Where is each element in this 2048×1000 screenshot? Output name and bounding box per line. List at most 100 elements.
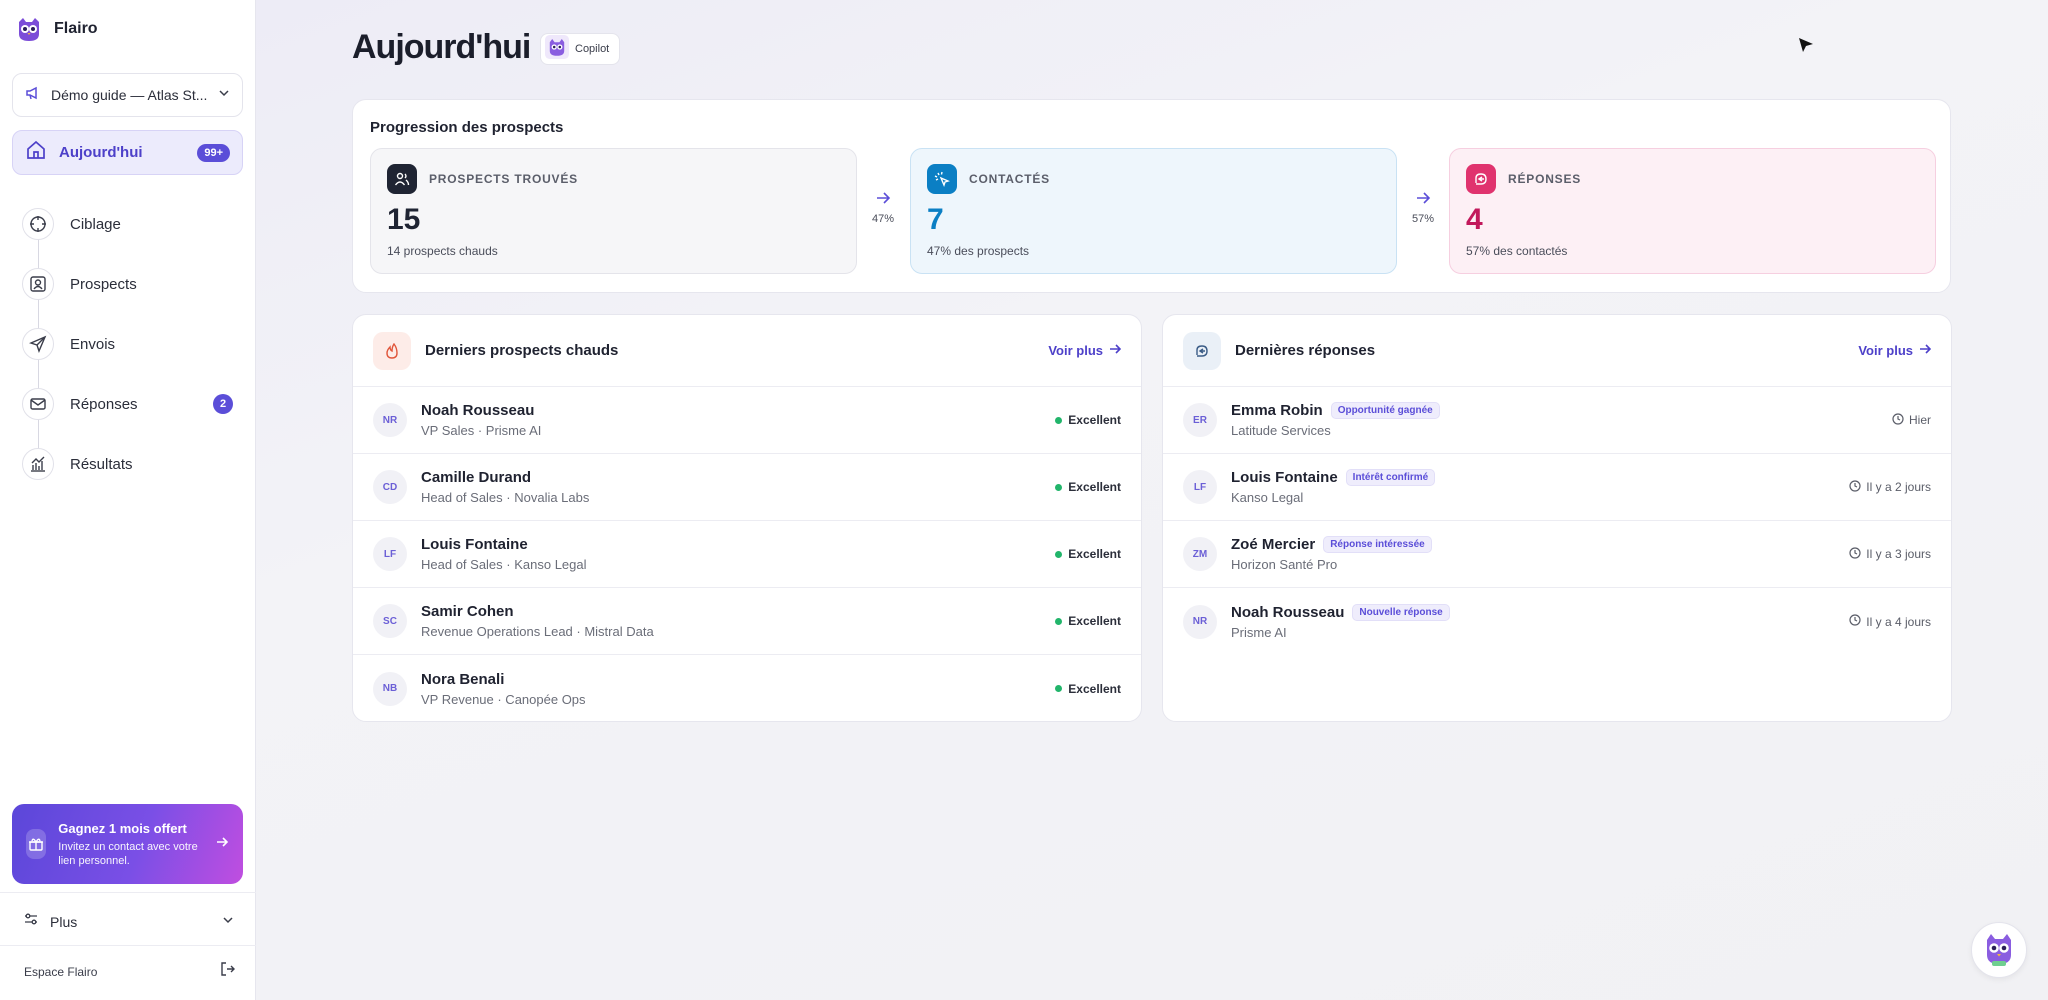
prospect-role: Head of Sales · Kanso Legal — [421, 557, 587, 572]
arrow-right-icon — [1109, 343, 1122, 358]
latest-replies-card: Dernières réponses Voir plus ER Emma Rob… — [1162, 314, 1952, 722]
prospect-score-label: Excellent — [1068, 614, 1121, 628]
referral-promo-card[interactable]: Gagnez 1 mois offert Invitez un contact … — [12, 804, 243, 884]
funnel-conversion: 47% — [863, 190, 903, 225]
nav-item-label: Résultats — [70, 455, 133, 473]
nav-item-label: Réponses — [70, 395, 138, 413]
funnel-title: Progression des prospects — [370, 119, 564, 136]
nav-item-envois[interactable]: Envois — [22, 314, 243, 374]
nav-item-today-label: Aujourd'hui — [59, 144, 143, 161]
status-dot-icon — [1055, 550, 1063, 558]
nav-item-label: Envois — [70, 335, 116, 353]
prospect-score: Excellent — [1055, 480, 1121, 494]
reply-icon — [1183, 331, 1221, 370]
funnel-stage-value: 7 — [927, 203, 944, 236]
see-more-label: Voir plus — [1048, 343, 1103, 358]
status-dot-icon — [1055, 483, 1063, 491]
reply-time: Hier — [1892, 412, 1931, 428]
campaign-select-label: Démo guide — Atlas St... — [51, 87, 208, 103]
funnel-stage-found[interactable]: PROSPECTS TROUVÉS 15 14 prospects chauds — [370, 148, 857, 274]
mail-icon — [22, 388, 54, 420]
prospect-row[interactable]: CD Camille Durand Head of Sales · Novali… — [353, 454, 1141, 521]
promo-text: Gagnez 1 mois offert Invitez un contact … — [58, 821, 203, 868]
sidebar-divider — [0, 892, 256, 893]
status-badge: Réponse intéressée — [1323, 536, 1432, 553]
latest-replies-see-more-link[interactable]: Voir plus — [1858, 343, 1932, 358]
hot-prospects-see-more-link[interactable]: Voir plus — [1048, 343, 1122, 358]
latest-replies-title: Dernières réponses — [1235, 342, 1376, 359]
workspace-label: Espace Flairo — [24, 964, 98, 979]
funnel-conversion: 57% — [1403, 190, 1443, 225]
prospect-row[interactable]: LF Louis Fontaine Head of Sales · Kanso … — [353, 521, 1141, 588]
reply-time: Il y a 3 jours — [1849, 546, 1931, 562]
reply-contact-name: Zoé Mercier — [1231, 536, 1316, 553]
reply-row[interactable]: LF Louis Fontaine Intérêt confirmé Kanso… — [1163, 454, 1951, 521]
owl-avatar-icon — [545, 34, 569, 64]
hot-prospects-title: Derniers prospects chauds — [425, 342, 619, 359]
prospect-role: Head of Sales · Novalia Labs — [421, 490, 590, 505]
prospect-row[interactable]: NR Noah Rousseau VP Sales · Prisme AI Ex… — [353, 387, 1141, 454]
logout-icon[interactable] — [220, 961, 236, 982]
avatar: NR — [1183, 604, 1217, 639]
workspace-row: Espace Flairo — [24, 961, 236, 982]
reply-time-label: Il y a 4 jours — [1866, 614, 1931, 629]
funnel-stage-subtext: 14 prospects chauds — [387, 244, 498, 258]
status-badge: Opportunité gagnée — [1330, 402, 1440, 419]
avatar: LF — [373, 537, 407, 571]
promo-title: Gagnez 1 mois offert — [58, 820, 187, 836]
nav-item-ciblage[interactable]: Ciblage — [22, 194, 243, 254]
prospect-name: Nora Benali — [421, 670, 505, 688]
funnel-stage-contacted[interactable]: CONTACTÉS 7 47% des prospects — [910, 148, 1397, 274]
nav-item-today[interactable]: Aujourd'hui 99+ — [12, 130, 243, 175]
prospect-score: Excellent — [1055, 682, 1121, 696]
reply-row[interactable]: ER Emma Robin Opportunité gagnée Latitud… — [1163, 387, 1951, 454]
hot-prospects-card: Derniers prospects chauds Voir plus NR N… — [352, 314, 1142, 722]
prospect-name: Camille Durand — [421, 469, 532, 486]
latest-replies-header: Dernières réponses Voir plus — [1163, 315, 1951, 387]
funnel-stage-label: RÉPONSES — [1508, 172, 1582, 186]
reply-row[interactable]: NR Noah Rousseau Nouvelle réponse Prisme… — [1163, 588, 1951, 655]
replies-count-badge: 2 — [213, 394, 233, 414]
prospect-score: Excellent — [1055, 614, 1121, 628]
campaign-select[interactable]: Démo guide — Atlas St... — [12, 73, 243, 117]
reply-name-line: Zoé Mercier Réponse intéressée — [1231, 536, 1849, 553]
assistant-launcher-button[interactable] — [1971, 922, 2027, 978]
prospect-info: Nora Benali VP Revenue · Canopée Ops — [421, 671, 1055, 707]
copilot-label: Copilot — [575, 43, 610, 55]
flame-icon — [373, 331, 411, 370]
brand[interactable]: Flairo — [14, 14, 98, 44]
prospect-name: Louis Fontaine — [421, 536, 528, 553]
prospect-info: Camille Durand Head of Sales · Novalia L… — [421, 469, 1055, 505]
reply-info: Emma Robin Opportunité gagnée Latitude S… — [1231, 402, 1892, 438]
target-icon — [22, 208, 54, 240]
prospect-name: Noah Rousseau — [421, 402, 535, 419]
nav-item-label: Prospects — [70, 275, 137, 293]
status-dot-icon — [1055, 617, 1063, 625]
reply-contact-name: Emma Robin — [1231, 402, 1323, 419]
nav-item-prospects[interactable]: Prospects — [22, 254, 243, 314]
funnel-stage-replies[interactable]: RÉPONSES 4 57% des contactés — [1449, 148, 1936, 274]
copilot-button[interactable]: Copilot — [540, 33, 621, 65]
reply-row[interactable]: ZM Zoé Mercier Réponse intéressée Horizo… — [1163, 521, 1951, 588]
send-icon — [22, 328, 54, 360]
users-icon — [387, 164, 417, 194]
nav-item-reponses[interactable]: Réponses 2 — [22, 374, 243, 434]
arrow-right-icon — [875, 192, 891, 210]
page-title: Aujourd'hui — [352, 28, 531, 66]
today-count-badge: 99+ — [197, 143, 230, 162]
gift-icon — [26, 829, 47, 859]
reply-contact-name: Louis Fontaine — [1231, 469, 1338, 486]
prospect-score: Excellent — [1055, 547, 1121, 561]
contact-card-icon — [22, 268, 54, 300]
more-menu-toggle[interactable]: Plus — [24, 912, 234, 931]
see-more-label: Voir plus — [1858, 343, 1913, 358]
chevron-down-icon — [222, 913, 234, 931]
prospect-row[interactable]: SC Samir Cohen Revenue Operations Lead ·… — [353, 588, 1141, 655]
prospect-row[interactable]: NB Nora Benali VP Revenue · Canopée Ops … — [353, 655, 1141, 722]
reply-company: Latitude Services — [1231, 423, 1331, 438]
avatar: ZM — [1183, 537, 1217, 571]
nav-item-resultats[interactable]: Résultats — [22, 434, 243, 494]
sidebar-divider — [0, 945, 256, 946]
status-dot-icon — [1055, 685, 1063, 692]
reply-time-label: Il y a 2 jours — [1866, 480, 1931, 494]
